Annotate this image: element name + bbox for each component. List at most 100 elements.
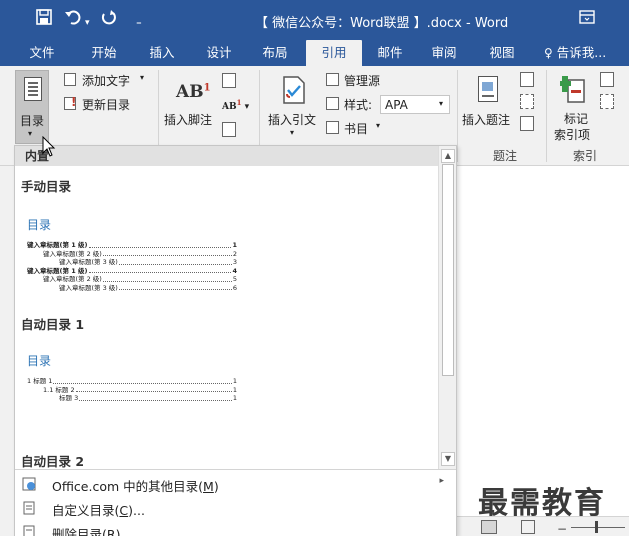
group-label-index: 索引 <box>572 149 597 163</box>
zoom-slider[interactable] <box>571 527 625 528</box>
remove-toc-icon <box>22 525 36 536</box>
toc-menu-commands: Office.com 中的其他目录(M) ▸ 自定义目录(C)... 删除目录(… <box>15 469 456 536</box>
insert-citation-icon <box>282 76 306 107</box>
scroll-up-icon[interactable]: ▲ <box>441 149 455 163</box>
show-notes-icon[interactable] <box>222 122 236 137</box>
group-separator <box>546 70 547 162</box>
tab-design[interactable]: 设计 <box>197 40 241 66</box>
tab-references[interactable]: 引用 <box>306 40 362 66</box>
toc-gallery-dropdown: 内置 ▲ ▼ 手动目录 目录 键入章标题(第 1 级) 1 键入章标题(第 2 级… <box>14 145 457 536</box>
insert-caption-icon <box>478 76 498 102</box>
undo-dropdown-icon[interactable]: ▾ <box>85 13 90 33</box>
tab-view[interactable]: 视图 <box>480 40 524 66</box>
gallery-item-title: 手动目录 <box>21 179 72 194</box>
gallery-scrollbar[interactable]: ▲ ▼ <box>438 146 456 469</box>
insert-index-icon[interactable] <box>600 72 614 87</box>
insert-caption-button[interactable]: 插入题注 <box>460 70 518 144</box>
cross-reference-icon[interactable] <box>520 116 534 131</box>
group-label-captions: 题注 <box>492 149 517 163</box>
tab-file[interactable]: 文件 <box>20 40 64 66</box>
manage-sources-button[interactable]: 管理源 <box>326 72 406 90</box>
scroll-down-icon[interactable]: ▼ <box>441 452 455 466</box>
toc-entry: 键入章标题(第 1 级) 4 <box>27 266 237 275</box>
print-layout-icon[interactable] <box>481 520 497 534</box>
more-tocs-from-office-menu-item[interactable]: Office.com 中的其他目录(M) ▸ <box>15 472 456 496</box>
web-layout-icon[interactable] <box>521 520 535 534</box>
tab-home[interactable]: 开始 <box>82 40 126 66</box>
ribbon-display-options-icon[interactable] <box>579 9 595 29</box>
save-icon[interactable] <box>36 9 52 30</box>
chevron-down-icon: ▾ <box>290 128 295 137</box>
toc-entry: 标题 31 <box>59 394 237 402</box>
update-index-icon[interactable] <box>600 94 614 109</box>
update-table-icon[interactable] <box>520 94 534 109</box>
footnote-icon: AB1 <box>176 82 211 102</box>
zoom-out-icon[interactable]: − <box>557 522 567 536</box>
toc-preview: 目录 键入章标题(第 1 级) 1 键入章标题(第 2 级) 2 键入章标题(第 3… <box>27 216 237 292</box>
insert-table-of-figures-icon[interactable] <box>520 72 534 87</box>
remove-toc-menu-item[interactable]: 删除目录(R) <box>15 520 456 536</box>
tab-review[interactable]: 审阅 <box>422 40 466 66</box>
redo-icon[interactable] <box>100 9 116 30</box>
update-toc-icon: ! <box>64 95 76 110</box>
toc-icon <box>24 77 42 101</box>
mark-entry-icon <box>559 74 588 107</box>
gallery-item-manual-toc[interactable]: 手动目录 目录 键入章标题(第 1 级) 1 键入章标题(第 2 级) 2 键入章标… <box>15 170 438 310</box>
citation-style-control: 样式: APA ▾ <box>326 95 456 115</box>
update-toc-button[interactable]: ! 更新目录 <box>62 95 154 114</box>
toc-entry: 1.1 标题 21 <box>43 385 237 394</box>
citation-style-dropdown[interactable]: APA ▾ <box>380 95 450 114</box>
mark-entry-button[interactable]: 标记 索引项 <box>550 70 600 144</box>
next-footnote-icon[interactable]: AB1 ▾ <box>222 98 249 112</box>
custom-toc-menu-item[interactable]: 自定义目录(C)... <box>15 496 456 520</box>
zoom-slider-thumb[interactable] <box>595 521 598 533</box>
manage-sources-icon <box>326 73 339 86</box>
toc-button-label: 目录 <box>20 114 45 128</box>
toc-preview-heading: 目录 <box>27 354 52 368</box>
insert-endnote-icon[interactable] <box>222 73 236 88</box>
gallery-item-title: 自动目录 2 <box>21 454 85 469</box>
office-globe-icon <box>22 477 36 491</box>
toc-preview-heading: 目录 <box>27 218 52 232</box>
submenu-arrow-icon: ▸ <box>439 476 444 486</box>
tab-insert[interactable]: 插入 <box>140 40 184 66</box>
bibliography-icon <box>326 121 339 134</box>
insert-footnote-button[interactable]: AB1 插入脚注 <box>162 70 224 144</box>
bibliography-button[interactable]: 书目 ▾ <box>326 120 396 138</box>
footnote-small-tools: AB1 ▾ <box>222 70 252 144</box>
word-window: ▾ ₌ 【 微信公众号：Word联盟 】.docx - Word 文件 开始 插… <box>0 0 629 536</box>
chevron-down-icon: ▾ <box>140 73 145 82</box>
style-icon <box>326 97 339 110</box>
custom-toc-icon <box>22 501 36 515</box>
tell-me-search[interactable]: ♀ 告诉我... <box>544 40 624 66</box>
chevron-down-icon: ▾ <box>28 129 33 138</box>
add-text-button[interactable]: 添加文字 ▾ <box>62 72 154 90</box>
undo-icon[interactable] <box>64 9 82 30</box>
toc-entry: 1 标题 11 <box>27 377 237 385</box>
add-text-icon <box>64 73 76 86</box>
toc-entry: 键入章标题(第 2 级) 2 <box>43 249 237 258</box>
ribbon-tabs: 文件 开始 插入 设计 布局 引用 邮件 审阅 视图 ♀ 告诉我... <box>0 40 629 66</box>
document-title: 【 微信公众号：Word联盟 】.docx - Word <box>255 16 509 31</box>
gallery-item-auto-toc-1[interactable]: 自动目录 1 目录 1 标题 11 1.1 标题 21 标题 31 <box>15 310 438 450</box>
tab-mailings[interactable]: 邮件 <box>368 40 412 66</box>
gallery-item-auto-toc-2[interactable]: 自动目录 2 <box>15 450 438 469</box>
watermark-logo: 最需教育 <box>478 486 606 521</box>
tab-layout[interactable]: 布局 <box>253 40 297 66</box>
table-of-contents-button[interactable]: 目录 ▾ <box>15 70 49 144</box>
caption-small-tools <box>520 72 540 142</box>
toc-entry: 键入章标题(第 1 级) 1 <box>27 241 237 249</box>
customize-quick-access-icon[interactable]: ₌ <box>136 12 142 32</box>
toc-preview: 目录 1 标题 11 1.1 标题 21 标题 31 <box>27 352 237 403</box>
index-small-tools <box>600 72 620 120</box>
chevron-down-icon: ▾ <box>376 121 381 130</box>
title-bar: ▾ ₌ 【 微信公众号：Word联盟 】.docx - Word <box>0 0 629 40</box>
group-separator <box>457 70 458 162</box>
gallery-item-title: 自动目录 1 <box>21 317 85 332</box>
mouse-cursor-icon <box>42 135 56 158</box>
chevron-down-icon: ▾ <box>439 99 444 108</box>
document-canvas[interactable] <box>457 166 629 516</box>
gallery-section-header: 内置 <box>15 146 438 166</box>
scrollbar-thumb[interactable] <box>442 164 454 376</box>
insert-citation-button[interactable]: 插入引文 ▾ <box>264 70 324 144</box>
